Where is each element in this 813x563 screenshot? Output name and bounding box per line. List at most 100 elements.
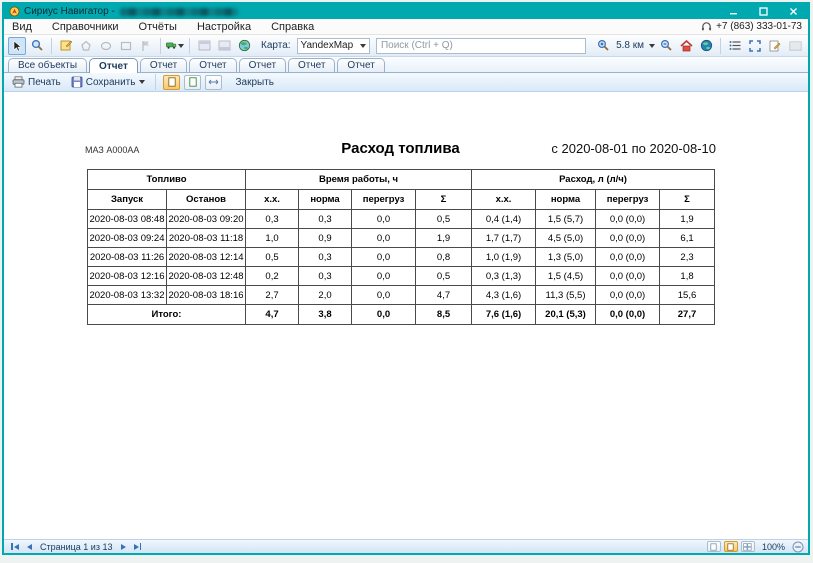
table-cell: 1,9 [660,210,715,229]
group-consumption: Расход, л (л/ч) [472,170,715,190]
table-cell: 0,0 [352,229,416,248]
table-body: 2020-08-03 08:482020-08-03 09:200,30,30,… [88,210,715,305]
tab-all-objects[interactable]: Все объекты [8,58,87,72]
table-cell: 1,9 [416,229,472,248]
table-cell: 1,5 (4,5) [536,267,596,286]
zoom-minus-icon[interactable] [792,541,804,553]
tab-report[interactable]: Отчет [189,58,236,72]
report-period: с 2020-08-01 по 2020-08-10 [551,141,716,156]
vehicle-button[interactable] [166,37,184,55]
rect-tool-button[interactable] [117,37,135,55]
panel-icon [198,40,211,51]
map-edit-button[interactable] [57,37,75,55]
col-start: Запуск [88,190,167,210]
polygon-tool-button[interactable] [77,37,95,55]
prev-page-button[interactable] [22,541,36,552]
table-cell: 1,8 [660,267,715,286]
table-cell: 2020-08-03 13:32 [88,286,167,305]
tab-report-active[interactable]: Отчет [89,58,138,73]
fit-selection-button[interactable] [746,37,764,55]
tabbar: Все объекты Отчет Отчет Отчет Отчет Отче… [4,57,808,73]
image-icon [789,41,802,51]
zoom-in-icon [597,39,610,52]
vehicle-icon [166,40,177,51]
tab-report[interactable]: Отчет [239,58,286,72]
print-icon [12,76,25,88]
col-overload-time: перегруз [352,190,416,210]
panel-layout-button[interactable] [195,37,213,55]
image-button[interactable] [786,37,804,55]
last-page-button[interactable] [130,541,144,552]
view-fit-width-button[interactable] [205,75,222,90]
tab-report[interactable]: Отчет [288,58,335,72]
object-list-button[interactable] [726,37,744,55]
edit-note-button[interactable] [766,37,784,55]
pointer-tool-button[interactable] [8,37,26,55]
circle-tool-button[interactable] [97,37,115,55]
search-input[interactable] [376,38,586,54]
zoom-level: 100% [762,542,785,552]
next-page-button[interactable] [116,541,130,552]
table-cell: 0,5 [416,267,472,286]
print-button[interactable]: Печать [9,75,64,89]
maximize-icon [759,7,768,16]
panel-split-button[interactable] [215,37,233,55]
view-normal-button[interactable] [707,541,721,552]
globe-button[interactable] [235,37,253,55]
view-fit-page-button[interactable] [184,75,201,90]
save-button[interactable]: Сохранить [68,75,149,89]
map-search-button[interactable] [28,37,46,55]
total-cell: 0,0 (0,0) [596,305,660,325]
list-icon [729,40,741,51]
tab-report[interactable]: Отчет [337,58,384,72]
minimize-button[interactable] [718,4,748,19]
table-group-header-row: Топливо Время работы, ч Расход, л (л/ч) [88,170,715,190]
table-cell: 2020-08-03 11:26 [88,248,167,267]
close-button[interactable] [778,4,808,19]
home-button[interactable] [677,37,695,55]
zoom-in-button[interactable] [594,37,612,55]
menu-reports[interactable]: Отчёты [137,21,179,33]
first-page-icon [11,543,13,550]
map-scale-value[interactable]: 5.8 км [616,40,644,51]
table-row: 2020-08-03 12:162020-08-03 12:480,20,30,… [88,267,715,286]
table-cell: 0,8 [416,248,472,267]
map-select[interactable]: YandexMap [297,38,370,54]
table-cell: 0,3 [246,210,299,229]
window-controls [718,4,808,19]
app-icon [9,6,20,17]
fit-width-icon [208,78,219,86]
world-map-button[interactable] [697,37,715,55]
col-overload-fuel: перегруз [596,190,660,210]
menu-help[interactable]: Справка [269,21,316,33]
table-total-row: Итого: 4,7 3,8 0,0 8,5 7,6 (1,6) 20,1 (5… [88,305,715,325]
col-idle-time: х.х. [246,190,299,210]
menu-directories[interactable]: Справочники [50,21,121,33]
menu-view[interactable]: Вид [10,21,34,33]
table-cell: 2020-08-03 12:48 [167,267,246,286]
titlebar: Сириус Навигатор - [4,4,808,19]
total-cell: 27,7 [660,305,715,325]
menu-settings[interactable]: Настройка [195,21,253,33]
total-cell: 3,8 [299,305,352,325]
maximize-button[interactable] [748,4,778,19]
table-cell: 0,0 [352,267,416,286]
table-cell: 1,0 [246,229,299,248]
view-single-page-button[interactable] [163,75,180,90]
tab-report[interactable]: Отчет [140,58,187,72]
table-cell: 11,3 (5,5) [536,286,596,305]
map-select-value: YandexMap [301,40,354,51]
first-page-button[interactable] [8,541,22,552]
close-report-button[interactable]: Закрыть [232,76,277,89]
table-column-header-row: Запуск Останов х.х. норма перегруз Σ х.х… [88,190,715,210]
table-cell: 0,2 [246,267,299,286]
zoom-out-button[interactable] [657,37,675,55]
app-window: Сириус Навигатор - Вид Справочники Отчёт… [2,2,810,555]
view-multipage-button[interactable] [741,541,755,552]
edit-note-icon [769,40,781,52]
view-page-layout-button[interactable] [724,541,738,552]
flag-tool-button[interactable] [137,37,155,55]
chevron-down-icon [649,44,655,48]
save-label: Сохранить [86,77,136,88]
flag-icon [140,40,152,52]
